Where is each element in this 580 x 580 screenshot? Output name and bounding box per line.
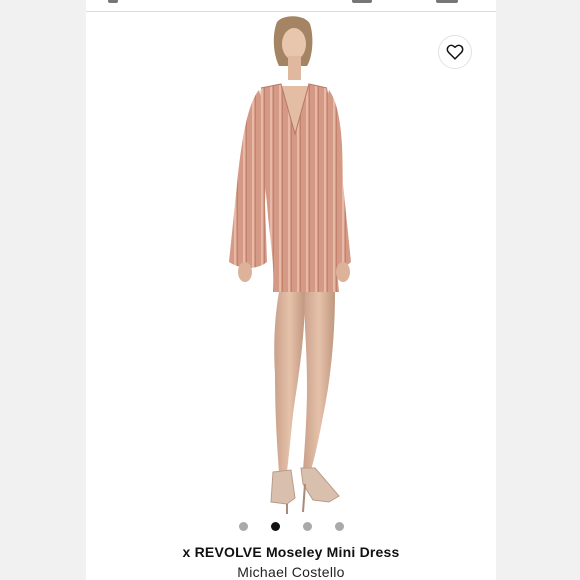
wishlist-button[interactable] [438,35,472,69]
pagination-dot[interactable] [334,522,344,531]
brand-name[interactable]: Michael Costello [86,564,496,580]
pagination-dot[interactable] [302,522,312,531]
top-bar-fragment [436,0,458,3]
top-bar-fragment [352,0,372,3]
top-bar-divider [86,11,496,12]
product-image[interactable] [201,14,391,514]
pagination-dot[interactable] [238,522,248,531]
product-title: x REVOLVE Moseley Mini Dress [182,544,400,560]
product-card: x REVOLVE Moseley Mini Dress Michael Cos… [86,0,496,580]
image-pagination [86,522,496,531]
top-bar-fragment [108,0,118,3]
heart-icon [446,44,464,60]
left-margin [0,0,86,580]
pagination-dot-active[interactable] [270,522,280,531]
right-margin [494,0,580,580]
top-bar [86,0,496,12]
